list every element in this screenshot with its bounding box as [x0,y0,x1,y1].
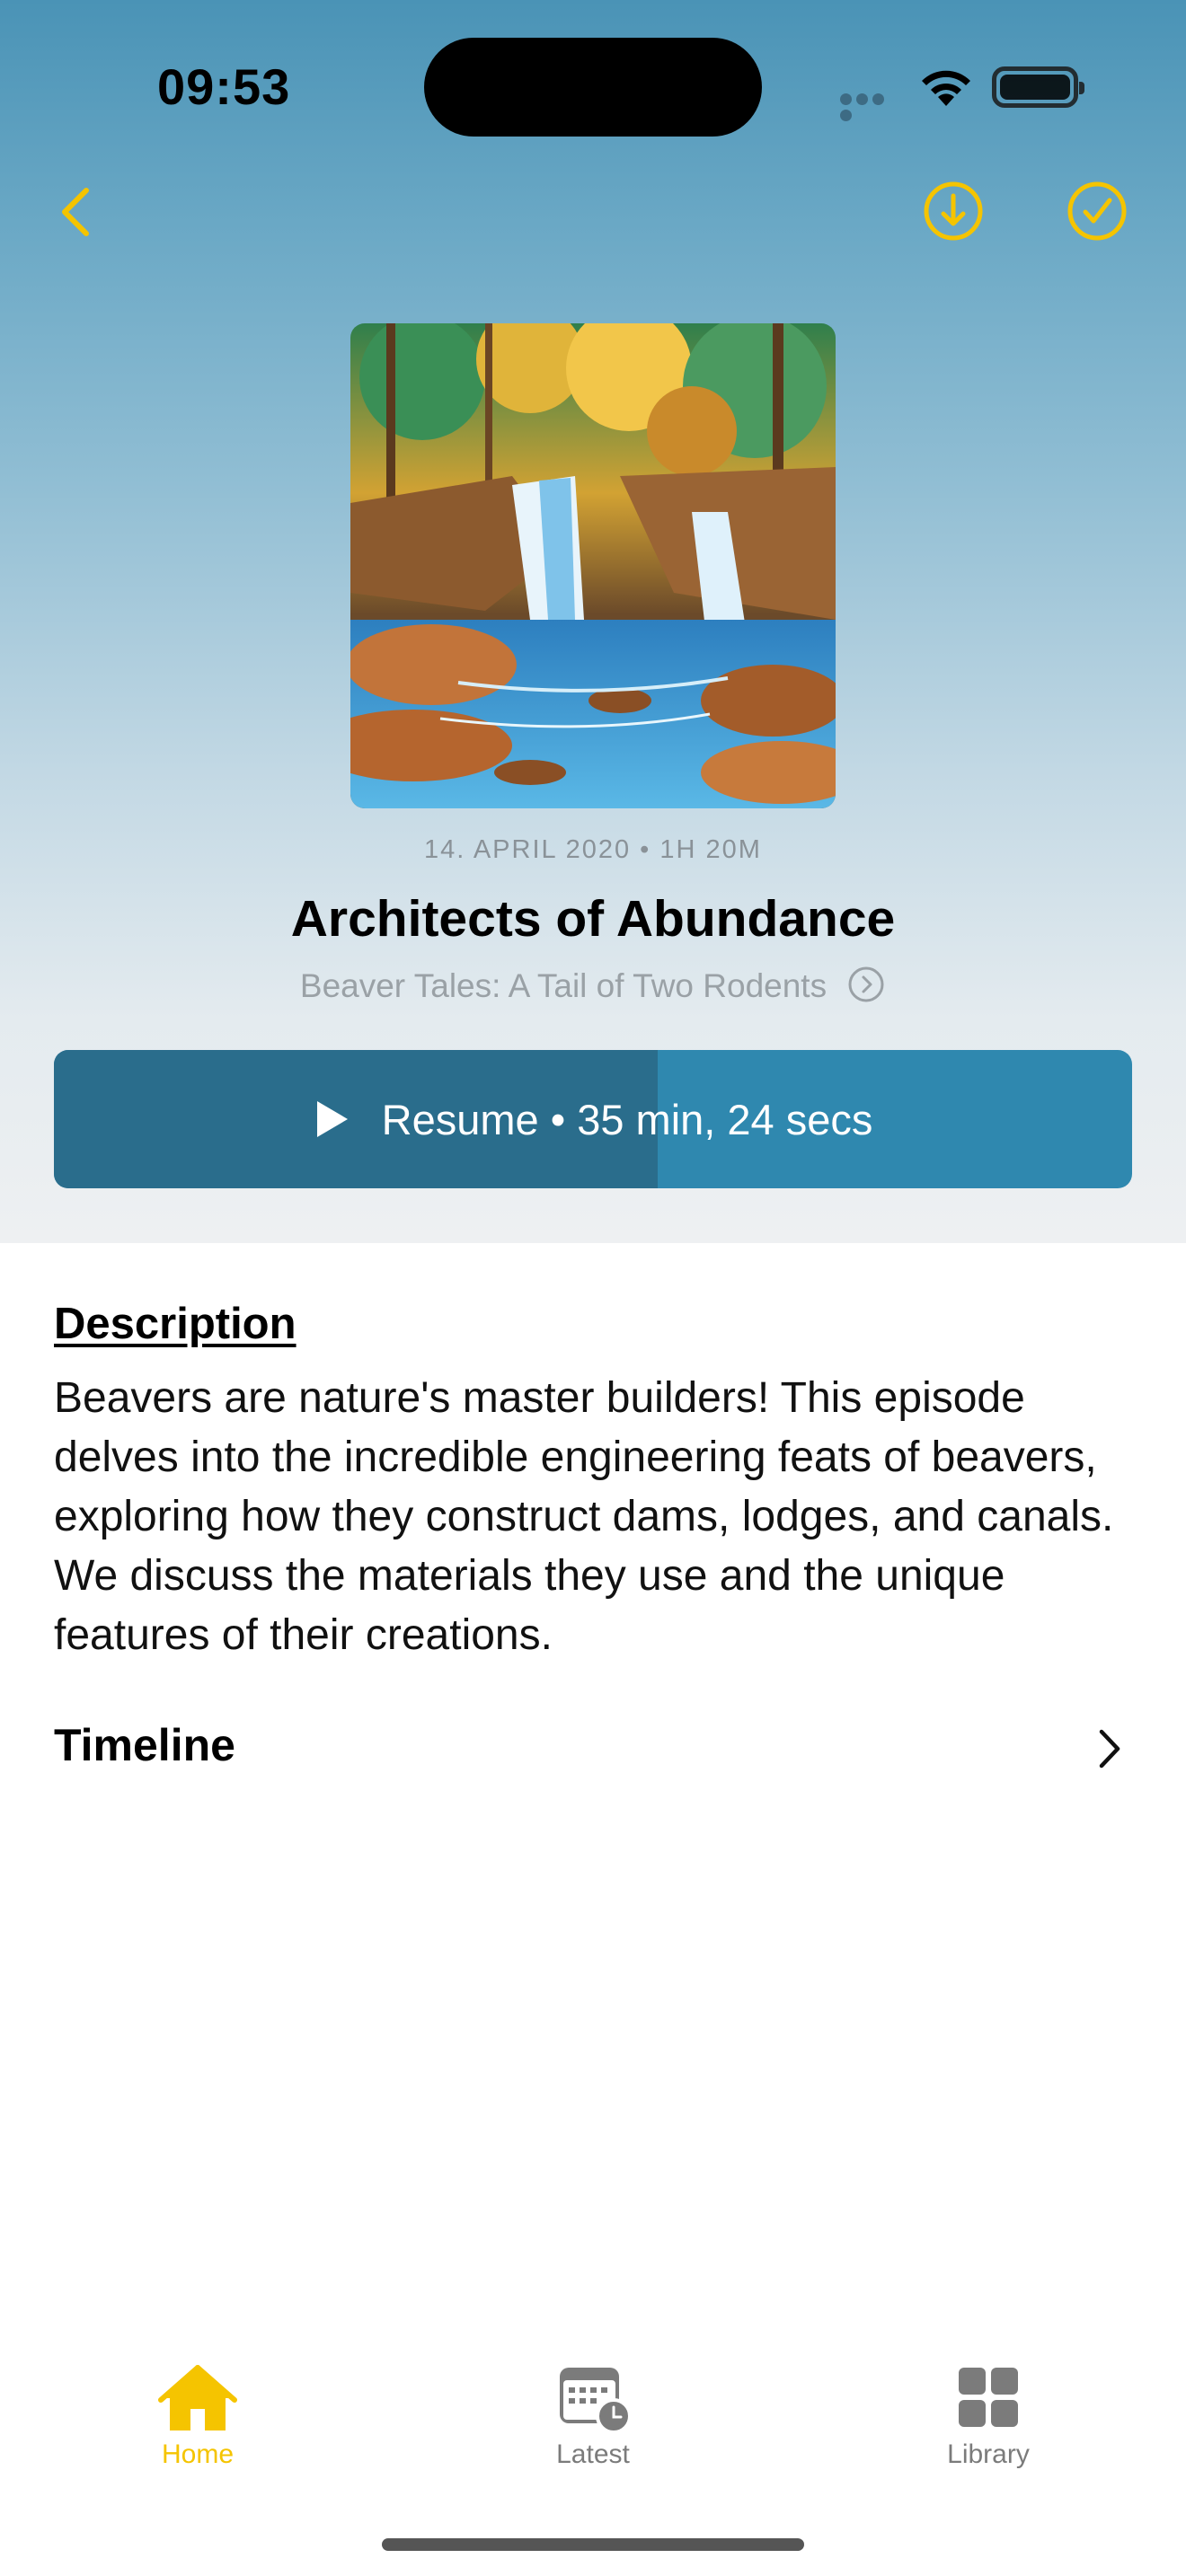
wifi-icon [922,70,970,106]
tab-home-label: Home [161,2439,235,2469]
show-name: Beaver Tales: A Tail of Two Rodents [299,967,828,1004]
chevron-left-icon[interactable] [52,180,97,243]
status-time: 09:53 [157,58,291,115]
description-text: Beavers are nature's master builders! Th… [54,1374,1114,1659]
episode-date-duration: 14. APRIL 2020 • 1H 20M [424,835,762,864]
dynamic-island [424,38,762,137]
resume-label: Resume • 35 min, 24 secs [381,1095,873,1143]
checkmark-circle-icon[interactable] [1066,180,1128,243]
chevron-right-circle-icon [848,966,884,1002]
waterfall-artwork [350,323,836,808]
resume-button[interactable]: Resume • 35 min, 24 secs [54,1050,1132,1188]
cellular-signal-icon [840,93,903,121]
download-circle-icon[interactable] [922,180,985,243]
play-icon [316,1101,348,1137]
battery-icon [992,66,1084,108]
house-icon [158,2365,237,2430]
calendar-clock-icon [560,2368,632,2434]
chevron-right-icon [1099,1729,1120,1769]
timeline-row[interactable]: Timeline [0,1710,1186,1782]
tab-latest-label: Latest [556,2439,630,2469]
timeline-label: Timeline [54,1720,235,1770]
show-link[interactable]: Beaver Tales: A Tail of Two Rodents [0,965,1186,1005]
tab-home[interactable]: Home [108,2362,288,2488]
home-indicator [382,2538,804,2551]
episode-title: Architects of Abundance [290,890,896,948]
grid-icon [959,2368,1018,2427]
tab-library-label: Library [947,2439,1030,2469]
description-heading: Description [54,1300,296,1348]
tab-latest[interactable]: Latest [503,2362,683,2488]
tab-library[interactable]: Library [898,2362,1078,2488]
